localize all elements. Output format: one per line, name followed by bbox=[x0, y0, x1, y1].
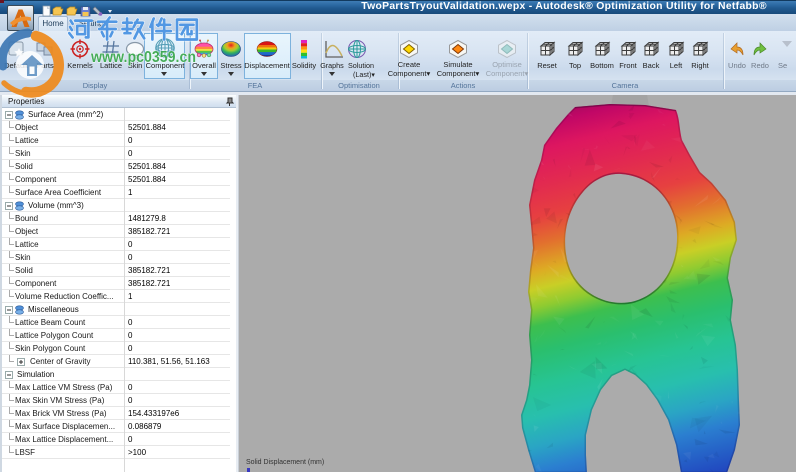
svg-text:www.pc0359.cn: www.pc0359.cn bbox=[90, 49, 196, 66]
